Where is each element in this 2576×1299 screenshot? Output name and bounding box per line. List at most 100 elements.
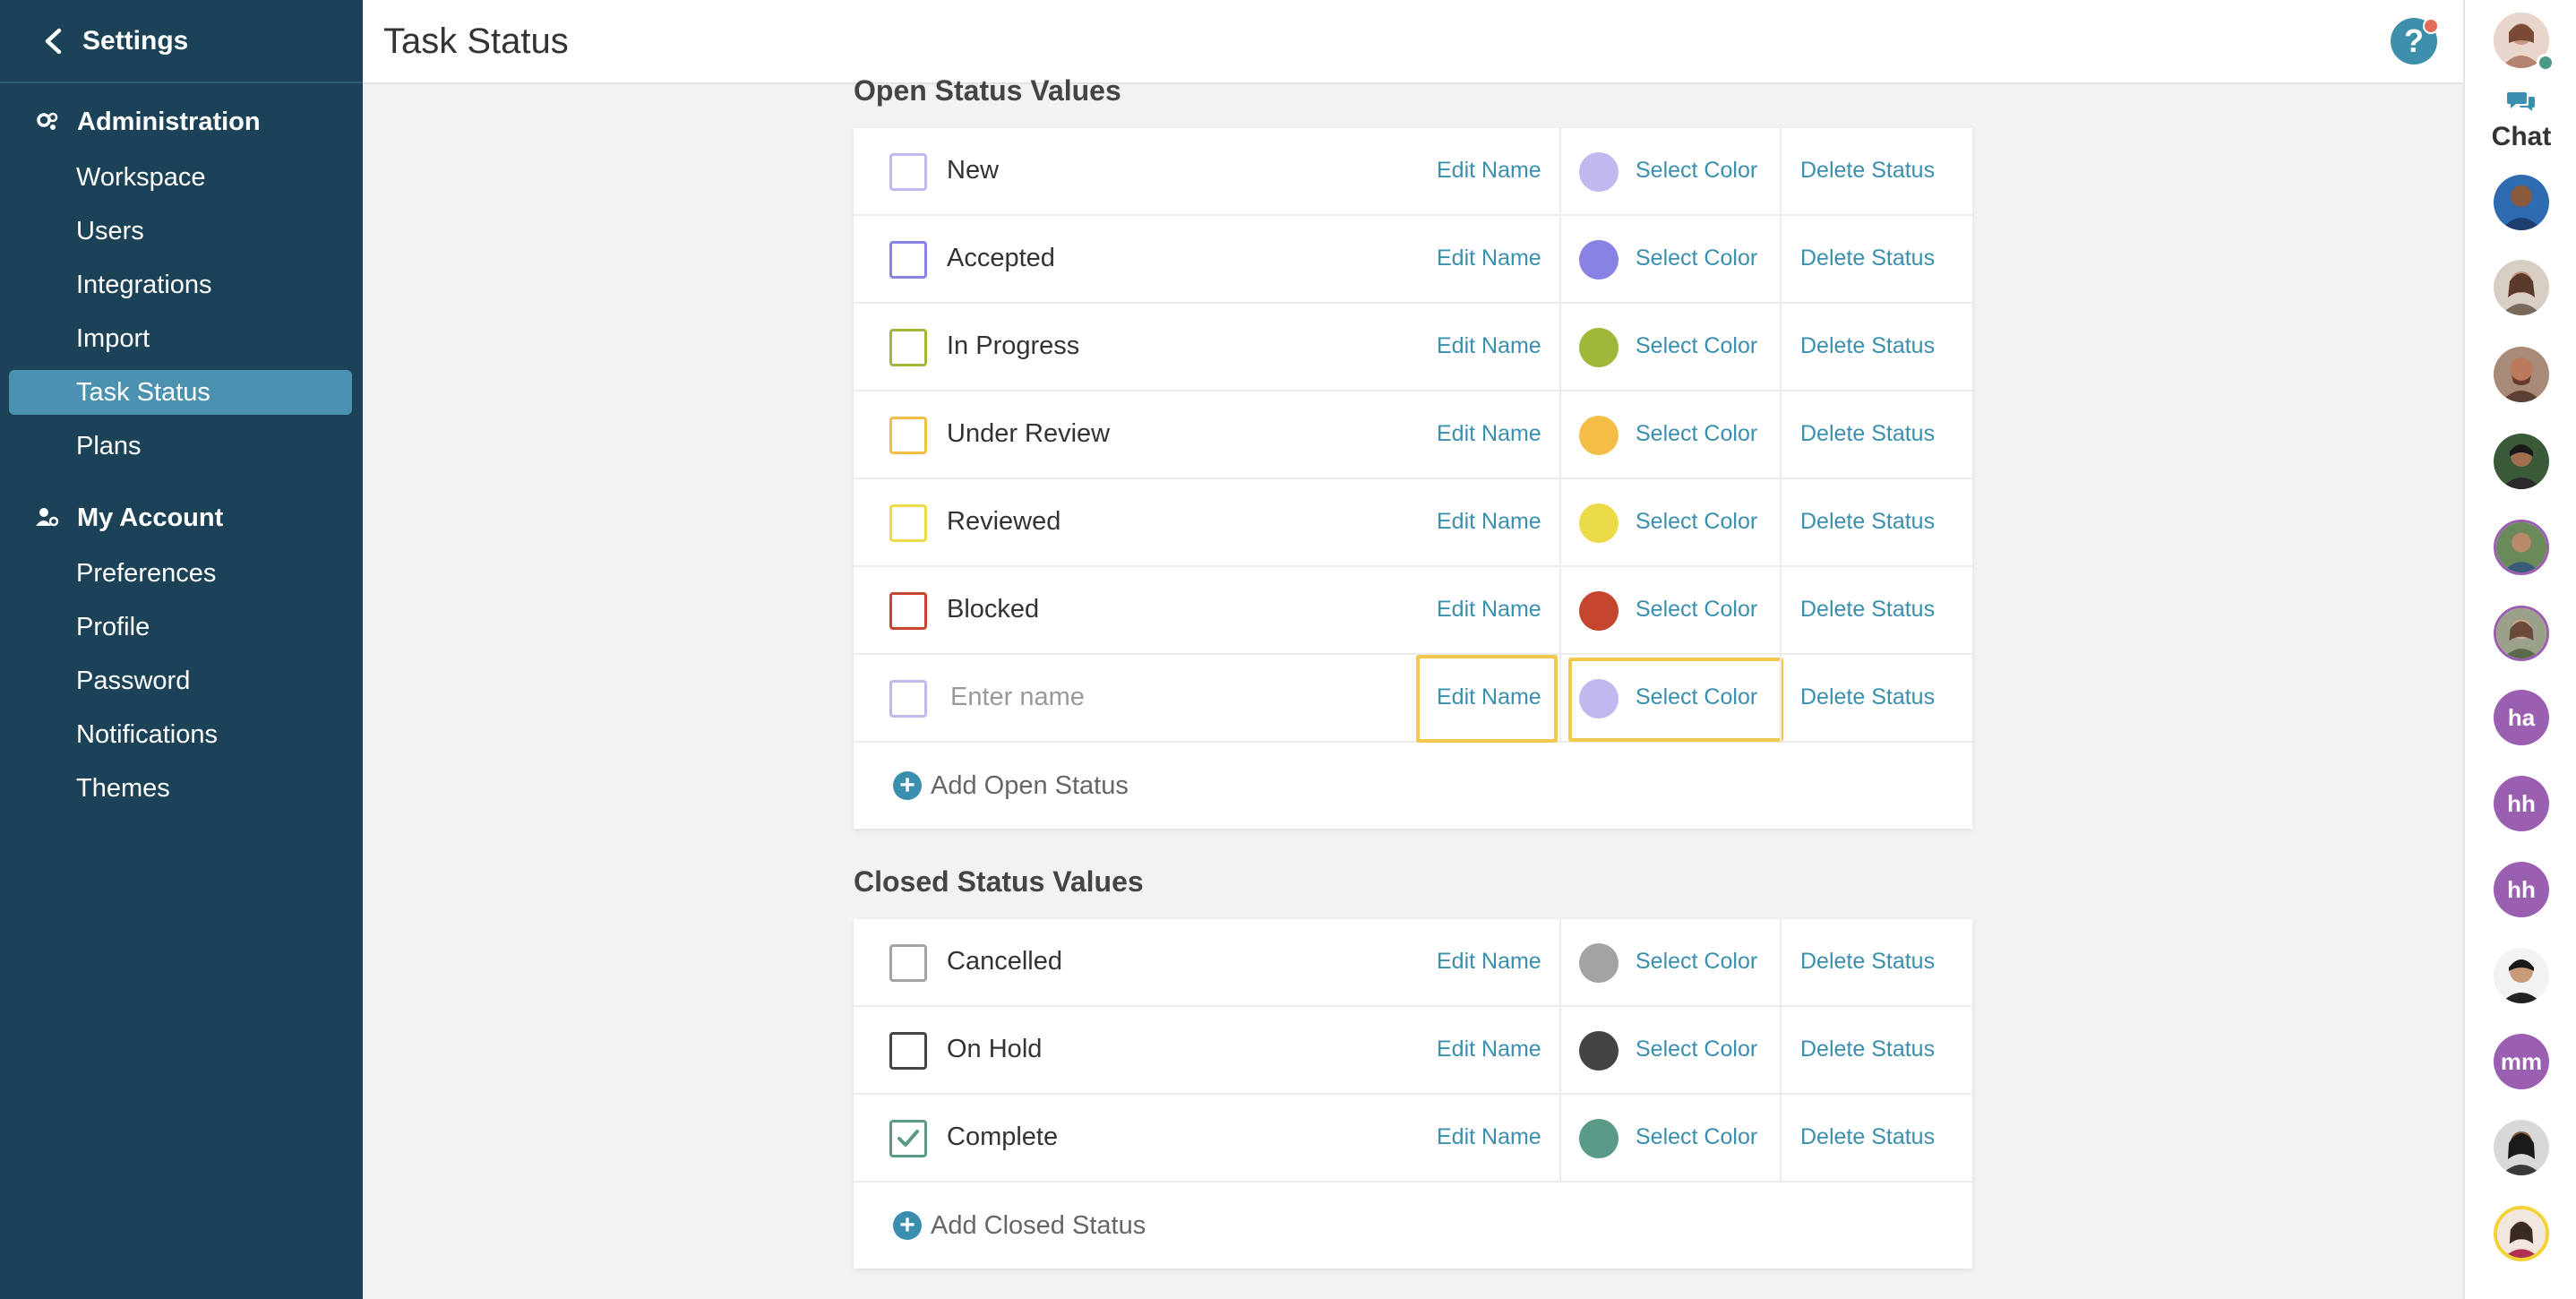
settings-sidebar: Settings Administration Workspace Users … [0,0,363,1299]
status-checkbox[interactable] [889,680,927,718]
delete-status-link[interactable]: Delete Status [1800,421,1935,447]
chat-avatar-initials[interactable]: hh [2494,776,2549,831]
add-closed-status-button[interactable]: + Add Closed Status [854,1183,1972,1269]
select-color-link[interactable]: Select Color [1636,1037,1757,1062]
help-icon[interactable]: ? [2391,18,2439,65]
status-color-swatch[interactable] [1579,591,1619,631]
status-row: Under Review Edit Name Select Color Dele… [854,391,1972,479]
chat-avatar[interactable] [2494,347,2549,402]
sidebar-item-integrations[interactable]: Integrations [9,262,352,307]
status-color-swatch[interactable] [1579,416,1619,455]
chat-avatar[interactable] [2494,1120,2549,1175]
edit-name-link[interactable]: Edit Name [1437,158,1541,184]
select-color-link[interactable]: Select Color [1636,421,1757,447]
sidebar-item-task-status[interactable]: Task Status [9,370,352,415]
edit-name-link[interactable]: Edit Name [1437,684,1541,710]
status-checkbox[interactable] [889,504,927,542]
delete-status-link[interactable]: Delete Status [1800,597,1935,623]
sidebar-item-themes[interactable]: Themes [9,766,352,811]
chat-avatar[interactable] [2494,606,2549,661]
status-color-swatch[interactable] [1579,240,1619,280]
chat-avatar[interactable] [2494,948,2549,1003]
status-color-swatch[interactable] [1579,679,1619,718]
delete-status-link[interactable]: Delete Status [1800,245,1935,271]
sidebar-item-users[interactable]: Users [9,209,352,254]
status-name: Under Review [947,419,1111,448]
add-open-status-button[interactable]: + Add Open Status [854,743,1972,829]
delete-status-link[interactable]: Delete Status [1800,1124,1935,1150]
notification-dot [2423,18,2439,34]
status-checkbox[interactable] [889,241,927,279]
chat-avatar[interactable] [2494,1206,2549,1261]
edit-name-link[interactable]: Edit Name [1437,333,1541,359]
chat-avatar[interactable] [2494,175,2549,230]
status-color-swatch[interactable] [1579,1031,1619,1071]
settings-back-header[interactable]: Settings [0,0,363,83]
status-checkbox[interactable] [889,153,927,191]
status-checkbox[interactable] [889,944,927,982]
new-status-row: Enter name Edit Name Select Color Delete… [854,655,1972,743]
edit-name-link[interactable]: Edit Name [1437,245,1541,271]
status-color-swatch[interactable] [1579,943,1619,983]
edit-name-link[interactable]: Edit Name [1437,509,1541,535]
column-divider [1780,655,1782,743]
status-color-swatch[interactable] [1579,152,1619,192]
chat-label[interactable]: Chat [2465,122,2576,152]
edit-name-link[interactable]: Edit Name [1437,1037,1541,1062]
chat-avatar[interactable] [2494,260,2549,315]
chat-bubble-icon[interactable] [2507,90,2536,117]
delete-status-link[interactable]: Delete Status [1800,949,1935,975]
column-divider [1559,128,1561,216]
delete-status-link[interactable]: Delete Status [1800,684,1935,710]
status-color-swatch[interactable] [1579,1119,1619,1158]
sidebar-item-password[interactable]: Password [9,658,352,703]
status-checkbox[interactable] [889,1120,927,1157]
section-title-administration: Administration [77,107,261,136]
sidebar-item-profile[interactable]: Profile [9,605,352,650]
edit-name-link[interactable]: Edit Name [1437,1124,1541,1150]
delete-status-link[interactable]: Delete Status [1800,509,1935,535]
status-color-swatch[interactable] [1579,503,1619,543]
chat-avatar-initials[interactable]: hh [2494,862,2549,917]
edit-name-link[interactable]: Edit Name [1437,949,1541,975]
column-divider [1780,1007,1782,1095]
edit-name-link[interactable]: Edit Name [1437,421,1541,447]
column-divider [1559,391,1561,479]
edit-name-link[interactable]: Edit Name [1437,597,1541,623]
chevron-left-icon[interactable] [39,28,66,55]
select-color-link[interactable]: Select Color [1636,684,1757,710]
column-divider [1559,567,1561,655]
delete-status-link[interactable]: Delete Status [1800,158,1935,184]
delete-status-link[interactable]: Delete Status [1800,1037,1935,1062]
chat-avatar[interactable] [2494,520,2549,575]
status-checkbox[interactable] [889,329,927,366]
gears-icon [36,110,59,133]
status-color-swatch[interactable] [1579,328,1619,367]
status-name: Complete [947,1123,1059,1151]
select-color-link[interactable]: Select Color [1636,245,1757,271]
sidebar-item-notifications[interactable]: Notifications [9,712,352,757]
select-color-link[interactable]: Select Color [1636,333,1757,359]
select-color-link[interactable]: Select Color [1636,158,1757,184]
open-status-card: New Edit Name Select Color Delete Status… [854,128,1972,829]
delete-status-link[interactable]: Delete Status [1800,333,1935,359]
sidebar-item-preferences[interactable]: Preferences [9,551,352,596]
select-color-link[interactable]: Select Color [1636,1124,1757,1150]
status-checkbox[interactable] [889,417,927,454]
chat-avatar[interactable] [2494,434,2549,489]
status-name-input[interactable]: Enter name [950,683,1085,712]
status-checkbox[interactable] [889,1032,927,1070]
closed-status-heading: Closed Status Values [854,865,1144,898]
status-name: Blocked [947,595,1040,624]
status-checkbox[interactable] [889,592,927,630]
chat-avatar-initials[interactable]: ha [2494,690,2549,745]
select-color-link[interactable]: Select Color [1636,597,1757,623]
select-color-link[interactable]: Select Color [1636,509,1757,535]
add-closed-status-label: Add Closed Status [931,1210,1146,1240]
select-color-link[interactable]: Select Color [1636,949,1757,975]
sidebar-item-import[interactable]: Import [9,316,352,361]
column-divider [1780,216,1782,304]
sidebar-item-workspace[interactable]: Workspace [9,155,352,200]
chat-avatar-initials[interactable]: mm [2494,1034,2549,1089]
sidebar-item-plans[interactable]: Plans [9,424,352,469]
